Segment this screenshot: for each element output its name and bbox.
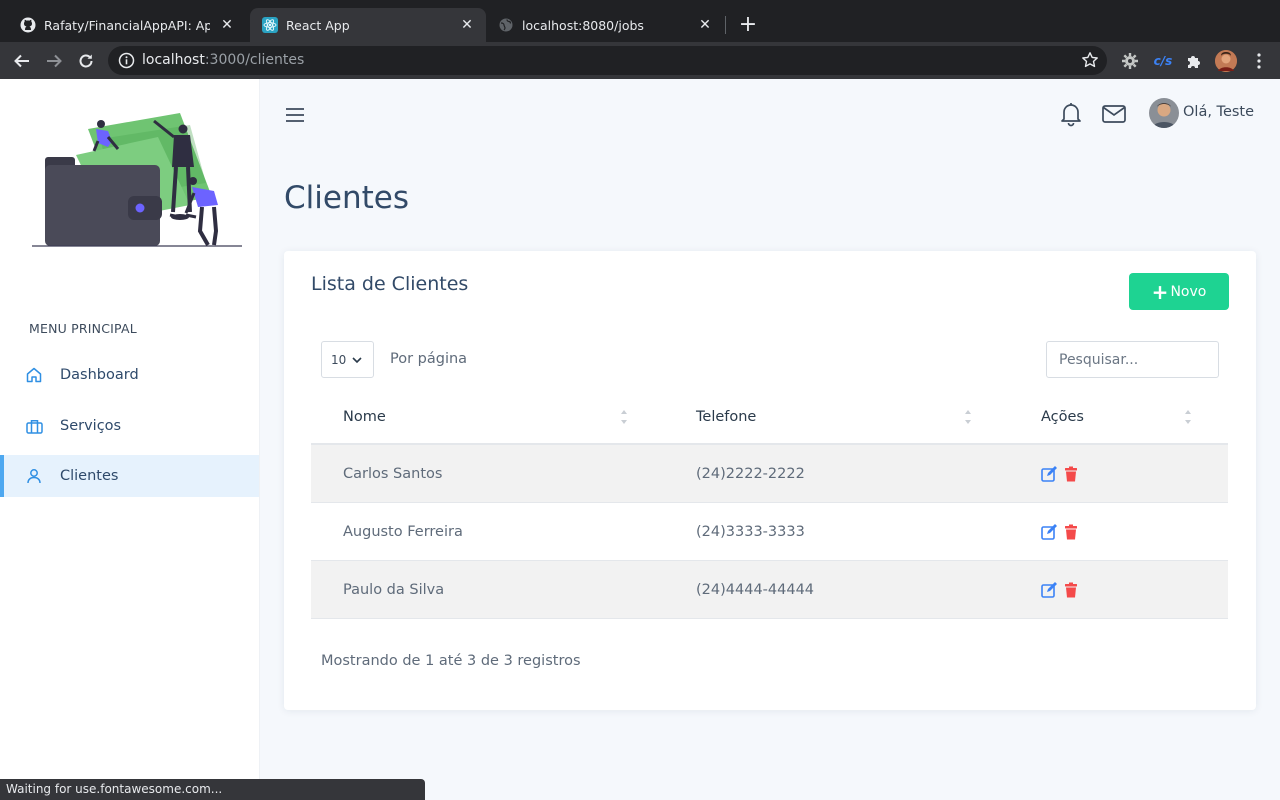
info-icon[interactable]: [118, 52, 135, 69]
tab-jobs[interactable]: localhost:8080/jobs ✕: [486, 8, 724, 42]
cell-nome: Paulo da Silva: [343, 582, 445, 598]
new-button-label: Novo: [1170, 283, 1207, 300]
card-title: Lista de Clientes: [311, 273, 469, 295]
sidebar-item-clientes[interactable]: Clientes: [0, 455, 259, 497]
plus-icon: +: [1151, 279, 1169, 304]
browser-status-bar: Waiting for use.fontawesome.com...: [0, 779, 425, 800]
mail-icon[interactable]: [1102, 104, 1126, 124]
reload-button[interactable]: [73, 48, 99, 74]
new-client-button[interactable]: + Novo: [1129, 273, 1229, 310]
browser-toolbar: localhost:3000/clientes c/s: [0, 42, 1280, 79]
forward-button[interactable]: [41, 48, 67, 74]
per-page-label: Por página: [390, 351, 468, 367]
edit-icon[interactable]: [1041, 524, 1057, 540]
table-header: Nome Telefone Ações: [311, 392, 1228, 445]
sidebar: MENU PRINCIPAL Dashboard Serviços Client…: [0, 79, 260, 800]
clients-card: Lista de Clientes + Novo 10 Por página N…: [284, 251, 1256, 710]
address-bar[interactable]: localhost:3000/clientes: [108, 46, 1107, 75]
clients-table: Nome Telefone Ações Carlos Santos (24)22…: [311, 392, 1228, 619]
search-input[interactable]: [1046, 341, 1219, 378]
close-tab-icon[interactable]: ✕: [458, 16, 476, 34]
user-greeting[interactable]: Olá, Teste: [1183, 104, 1254, 120]
settings-extension-icon[interactable]: [1120, 51, 1140, 71]
table-row: Augusto Ferreira (24)3333-3333: [311, 503, 1228, 561]
sidebar-item-dashboard[interactable]: Dashboard: [0, 354, 259, 396]
tab-react-app[interactable]: React App ✕: [250, 8, 486, 42]
edit-icon[interactable]: [1041, 466, 1057, 482]
sort-icon[interactable]: [964, 407, 972, 427]
tab-title: React App: [286, 17, 350, 33]
per-page-select[interactable]: 10: [321, 341, 374, 378]
briefcase-icon: [25, 417, 43, 435]
globe-icon: [498, 17, 514, 33]
per-page-value: 10: [331, 352, 347, 367]
trash-icon[interactable]: [1063, 466, 1079, 482]
sidebar-item-label: Serviços: [60, 418, 122, 434]
home-icon: [25, 366, 43, 384]
github-icon: [20, 17, 36, 33]
pagination-info: Mostrando de 1 até 3 de 3 registros: [321, 653, 581, 669]
chevron-down-icon: [352, 356, 362, 363]
user-icon: [25, 467, 43, 485]
trash-icon[interactable]: [1063, 582, 1079, 598]
cell-nome: Augusto Ferreira: [343, 524, 463, 540]
reload-icon: [79, 54, 93, 68]
cell-nome: Carlos Santos: [343, 466, 443, 482]
profile-avatar-icon[interactable]: [1215, 50, 1237, 72]
browser-tab-bar: Rafaty/FinancialAppAPI: Api do ✕ React A…: [0, 0, 1280, 42]
menu-heading: MENU PRINCIPAL: [29, 321, 137, 336]
tab-github[interactable]: Rafaty/FinancialAppAPI: Api do ✕: [8, 8, 246, 42]
cell-telefone: (24)3333-3333: [696, 524, 805, 540]
column-header-nome[interactable]: Nome: [343, 409, 386, 425]
new-tab-button[interactable]: +: [736, 12, 760, 37]
cjs-extension-icon[interactable]: c/s: [1152, 51, 1174, 71]
page-title: Clientes: [284, 180, 409, 216]
back-button[interactable]: [9, 48, 35, 74]
sidebar-item-label: Dashboard: [60, 367, 139, 383]
table-row: Carlos Santos (24)2222-2222: [311, 445, 1228, 503]
close-tab-icon[interactable]: ✕: [696, 16, 714, 34]
puzzle-extensions-icon[interactable]: [1184, 51, 1204, 71]
bookmark-star-icon[interactable]: [1081, 51, 1099, 69]
bell-icon[interactable]: [1060, 101, 1082, 127]
url-host: localhost: [142, 52, 205, 68]
forward-arrow-icon: [47, 54, 62, 68]
tab-title: localhost:8080/jobs: [522, 17, 644, 33]
cell-telefone: (24)4444-44444: [696, 582, 815, 598]
user-avatar[interactable]: [1149, 98, 1179, 128]
tab-title: Rafaty/FinancialAppAPI: Api do: [44, 17, 210, 33]
sort-icon[interactable]: [1184, 407, 1192, 427]
sort-icon[interactable]: [620, 407, 628, 427]
react-icon: [262, 17, 278, 33]
edit-icon[interactable]: [1041, 582, 1057, 598]
hamburger-menu-icon[interactable]: [285, 105, 305, 125]
sidebar-item-label: Clientes: [60, 468, 119, 484]
wallet-money-illustration: [32, 113, 242, 247]
tab-separator: [725, 16, 726, 34]
back-arrow-icon: [14, 54, 29, 68]
sidebar-item-servicos[interactable]: Serviços: [0, 405, 259, 447]
table-row: Paulo da Silva (24)4444-44444: [311, 561, 1228, 619]
close-tab-icon[interactable]: ✕: [218, 16, 236, 34]
trash-icon[interactable]: [1063, 524, 1079, 540]
url-path: :3000/clientes: [204, 52, 305, 68]
browser-menu-icon[interactable]: [1249, 51, 1269, 71]
column-header-telefone[interactable]: Telefone: [696, 409, 756, 425]
url-text: localhost:3000/clientes: [142, 52, 304, 68]
cell-telefone: (24)2222-2222: [696, 466, 805, 482]
column-header-acoes[interactable]: Ações: [1041, 409, 1084, 425]
